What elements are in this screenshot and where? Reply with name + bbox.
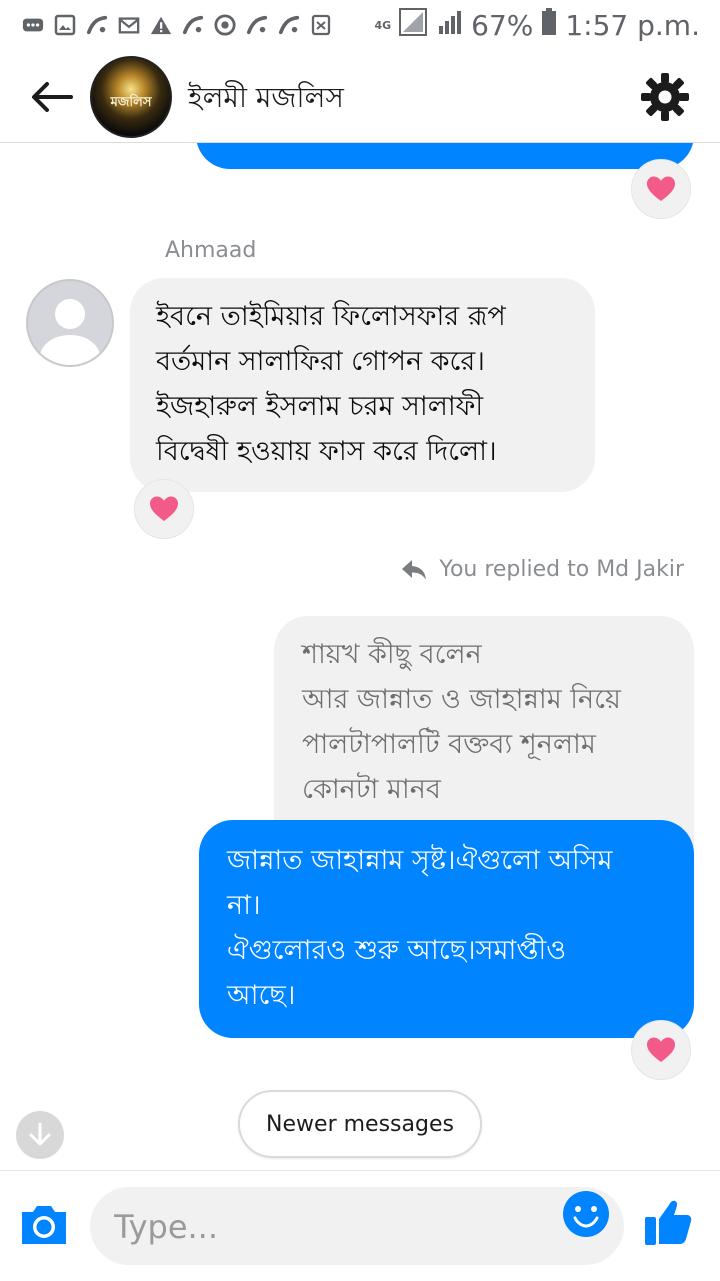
previous-outgoing-bubble[interactable] xyxy=(196,143,694,169)
back-button[interactable] xyxy=(26,74,76,120)
signal-icon xyxy=(399,7,429,43)
chat-notification-icon xyxy=(22,14,44,36)
signal-bars-icon xyxy=(437,9,463,42)
carrier-notification-icon-3 xyxy=(246,14,268,36)
message-line: না। xyxy=(227,890,261,921)
like-button[interactable] xyxy=(640,1192,698,1250)
composer-bar xyxy=(0,1170,720,1281)
sender-avatar[interactable] xyxy=(26,279,114,367)
camera-icon xyxy=(22,1206,66,1244)
network-type: 4G xyxy=(374,18,392,32)
message-line: আছে। xyxy=(227,980,296,1011)
message-notification-icon xyxy=(310,14,332,36)
sender-name: Ahmaad xyxy=(165,238,257,263)
message-line: ইজহারুল ইসলাম চরম সালাফী xyxy=(156,391,484,422)
status-bar: 4G 67% 1:57 p.m. xyxy=(0,0,720,50)
group-title[interactable]: ইলমী মজলিস xyxy=(188,76,344,123)
incoming-message-bubble[interactable]: ইবনে তাইমিয়ার ফিলোসফার রূপ বর্তমান সালা… xyxy=(130,278,595,492)
notification-icons xyxy=(22,12,332,38)
message-line: ঐগুলোরও শুরু আছে।সমাপ্তীও xyxy=(227,935,567,966)
arrow-left-icon xyxy=(32,82,73,112)
heart-icon xyxy=(647,1037,675,1062)
battery-icon xyxy=(541,7,557,43)
group-avatar[interactable]: মজলিস xyxy=(90,56,172,138)
status-right: 4G 67% 1:57 p.m. xyxy=(374,7,700,43)
quoted-message[interactable]: শায়খ কীছু বলেন আর জান্নাত ও জাহান্নাম ন… xyxy=(274,616,694,846)
heart-reaction[interactable] xyxy=(631,1020,691,1080)
message-line: ইবনে তাইমিয়ার ফিলোসফার রূপ xyxy=(156,301,506,332)
carrier-notification-icon-2 xyxy=(182,14,204,36)
emoji-button[interactable] xyxy=(560,1188,612,1240)
group-avatar-text: মজলিস xyxy=(110,94,152,110)
heart-reaction[interactable] xyxy=(134,479,194,539)
heart-icon xyxy=(647,176,675,201)
heart-reaction[interactable] xyxy=(631,159,691,219)
mail-notification-icon xyxy=(118,14,140,36)
message-line: বিদ্বেষী হওয়ায় ফাস করে দিলো। xyxy=(156,436,497,467)
smiley-icon xyxy=(563,1191,609,1237)
message-line: জান্নাত জাহান্নাম সৃষ্ট।ঐগুলো অসিম xyxy=(227,845,613,876)
gear-icon xyxy=(641,73,689,121)
default-user-icon xyxy=(40,299,100,365)
reply-note-text: You replied to Md Jakir xyxy=(439,557,684,582)
carrier-notification-icon-4 xyxy=(278,14,300,36)
settings-button[interactable] xyxy=(636,68,694,126)
newer-messages-button[interactable]: Newer messages xyxy=(238,1090,482,1158)
reply-indicator: You replied to Md Jakir xyxy=(401,557,684,582)
image-notification-icon xyxy=(54,14,76,36)
message-input[interactable] xyxy=(112,1199,556,1255)
heart-icon xyxy=(150,496,178,521)
outgoing-message-bubble[interactable]: জান্নাত জাহান্নাম সৃষ্ট।ঐগুলো অসিম না। ঐ… xyxy=(199,820,694,1038)
quoted-line: শায়খ কীছু বলেন xyxy=(302,639,482,670)
thumbs-up-icon xyxy=(645,1200,692,1245)
battery-percent: 67% xyxy=(471,8,534,42)
message-line: বর্তমান সালাফিরা গোপন করে। xyxy=(156,346,485,377)
clock: 1:57 p.m. xyxy=(565,8,700,42)
message-input-container[interactable] xyxy=(90,1187,624,1265)
carrier-notification-icon xyxy=(86,14,108,36)
scroll-to-bottom-button[interactable] xyxy=(16,1111,64,1159)
camera-button[interactable] xyxy=(16,1199,72,1251)
message-list[interactable]: Ahmaad ইবনে তাইমিয়ার ফিলোসফার রূপ বর্তম… xyxy=(0,143,720,1170)
warning-notification-icon xyxy=(150,14,172,36)
quoted-line: আর জান্নাত ও জাহান্নাম নিয়ে xyxy=(302,684,621,715)
chrome-notification-icon xyxy=(214,14,236,36)
conversation-header: মজলিস ইলমী মজলিস xyxy=(0,50,720,143)
reply-arrow-icon xyxy=(402,559,427,579)
quoted-line: কোনটা মানব xyxy=(302,774,441,805)
quoted-line: পালটাপালটি বক্তব্য শূনলাম xyxy=(302,729,596,760)
arrow-down-icon xyxy=(29,1122,51,1146)
